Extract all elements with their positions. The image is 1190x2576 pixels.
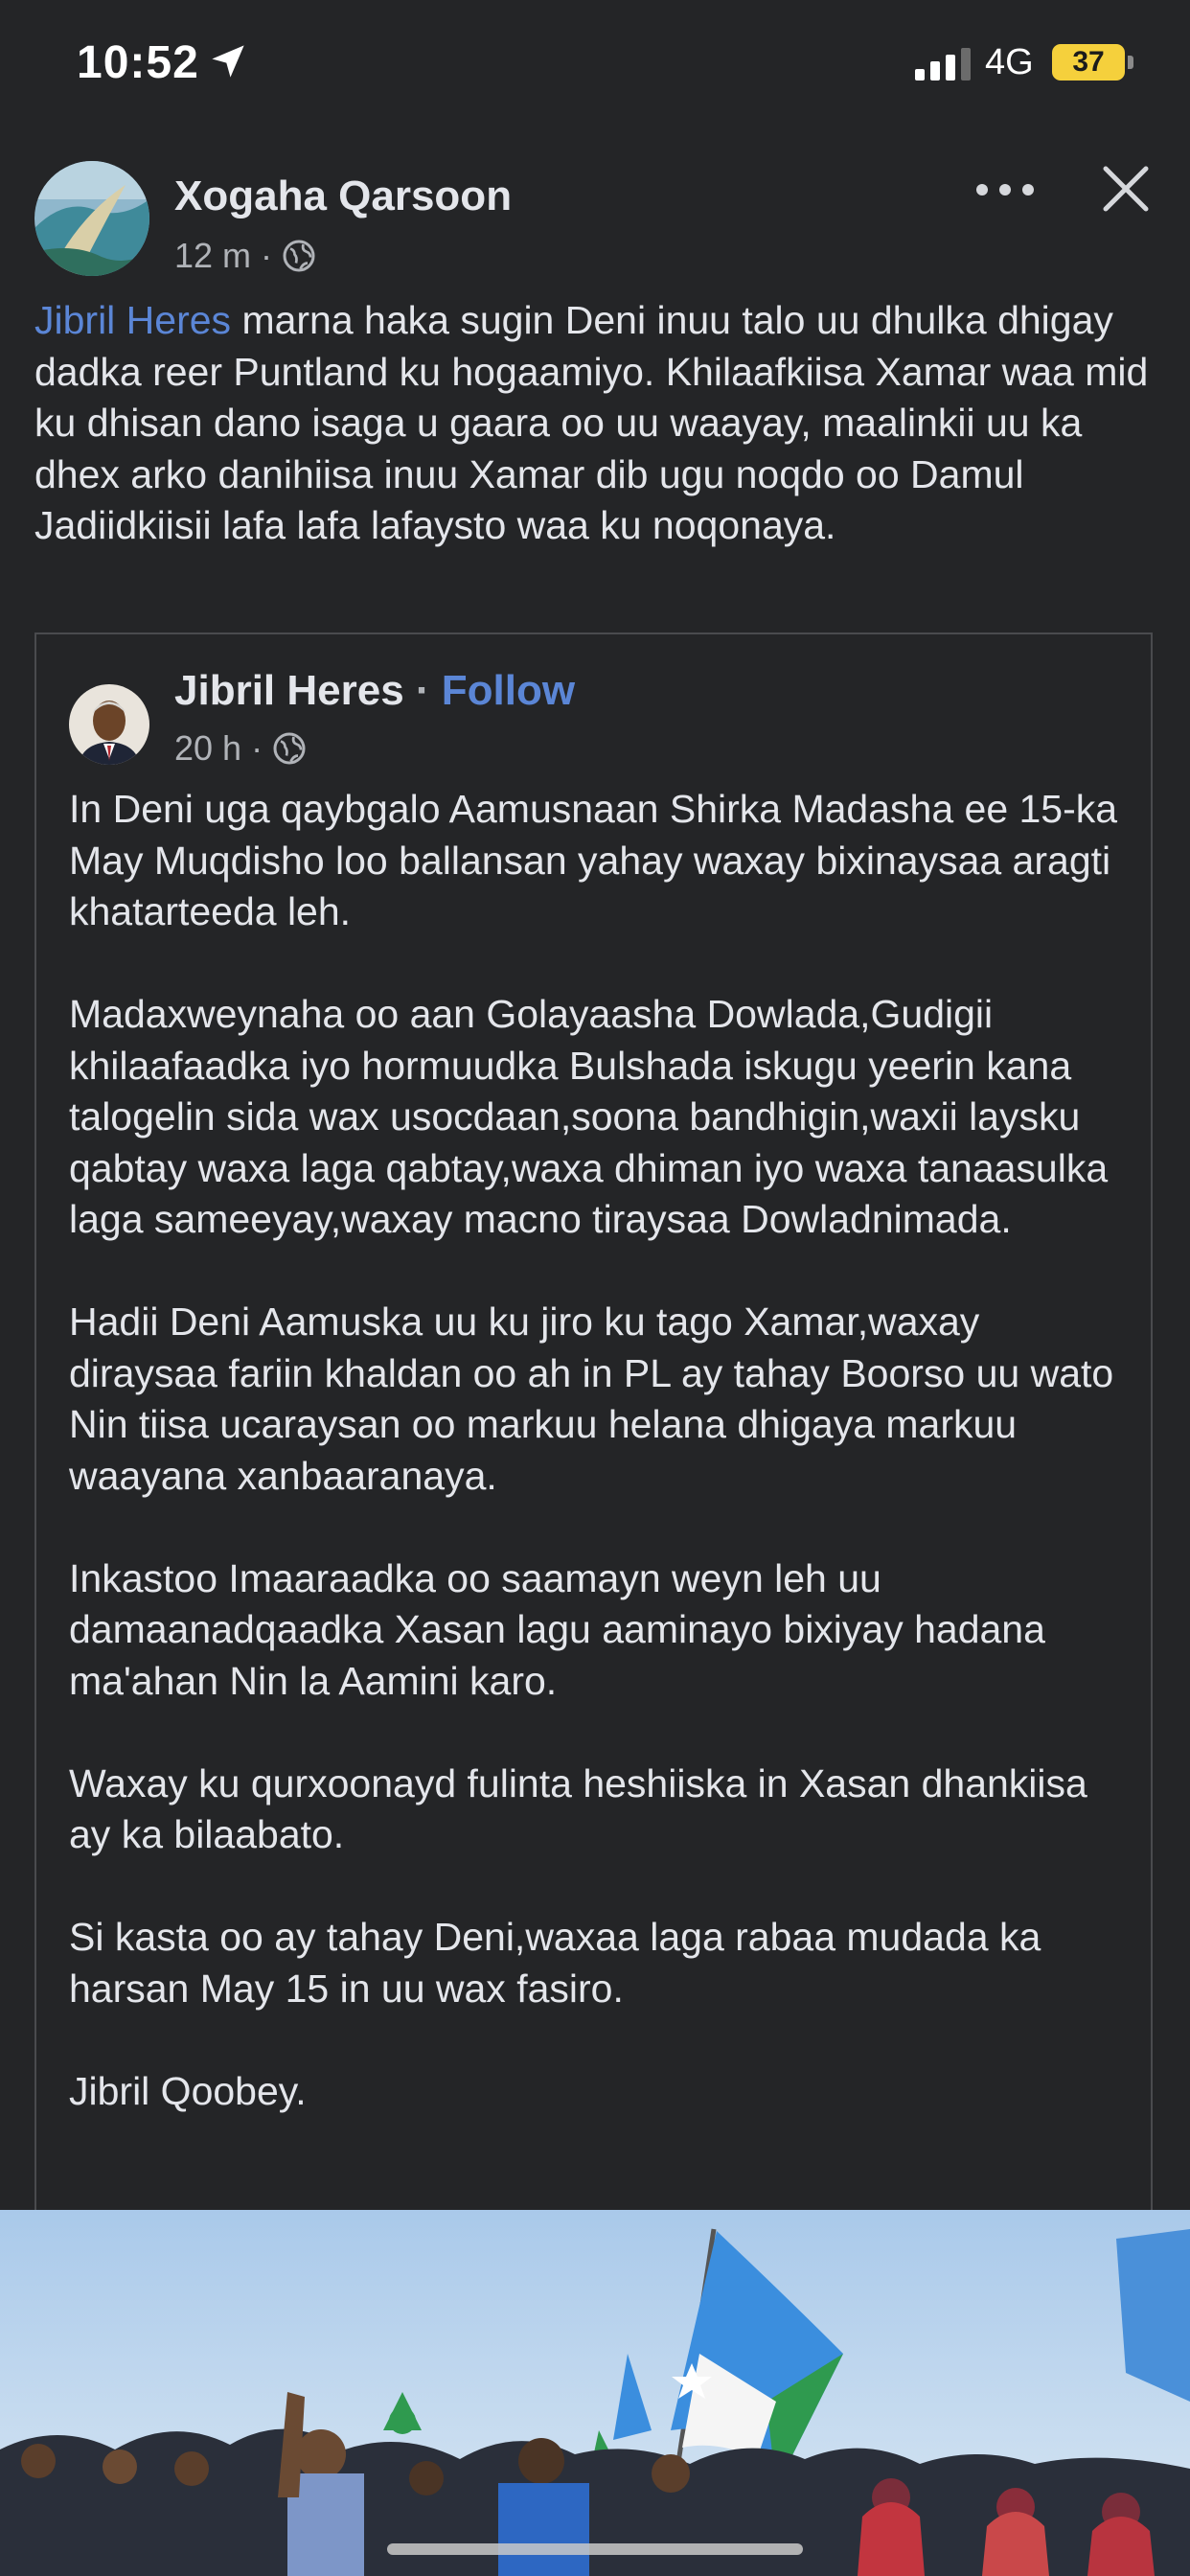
home-indicator[interactable] — [387, 2543, 803, 2555]
more-icon[interactable] — [972, 169, 1039, 211]
shared-paragraph: Hadii Deni Aamuska uu ku jiro ku tago Xa… — [69, 1300, 1114, 1498]
shared-paragraph: In Deni uga qaybgalo Aamusnaan Shirka Ma… — [69, 787, 1118, 933]
status-time: 10:52 — [77, 37, 199, 88]
shared-paragraph: Waxay ku qurxoonayd fulinta heshiiska in… — [69, 1760, 1087, 1857]
shared-post-meta: 20 h · — [174, 728, 307, 769]
shared-author-line: Jibril Heres · Follow — [174, 667, 575, 715]
post-time: 12 m — [174, 236, 252, 275]
post-meta: 12 m · — [174, 236, 316, 276]
post-photo[interactable] — [0, 2210, 1190, 2576]
page-name[interactable]: Xogaha Qarsoon — [174, 172, 512, 220]
status-bar: 10:52 4G 37 — [0, 0, 1190, 134]
meta-separator: · — [261, 236, 273, 275]
shared-paragraph: Inkastoo Imaaraadka oo saamayn weyn leh … — [69, 1555, 1045, 1703]
author-avatar[interactable] — [69, 684, 149, 765]
globe-icon — [273, 732, 306, 765]
shared-paragraph: Madaxweynaha oo aan Golayaasha Dowlada,G… — [69, 992, 1109, 1241]
shared-post-text: In Deni uga qaybgalo Aamusnaan Shirka Ma… — [69, 784, 1133, 2117]
page-avatar[interactable] — [34, 161, 149, 276]
network-type: 4G — [985, 42, 1034, 82]
battery-icon: 37 — [1052, 44, 1125, 80]
meta-separator: · — [251, 728, 263, 768]
globe-icon — [283, 240, 315, 272]
mention-link[interactable]: Jibril Heres — [34, 298, 231, 342]
shared-post-time: 20 h — [174, 728, 242, 768]
shared-author-name[interactable]: Jibril Heres — [174, 667, 404, 714]
location-arrow-icon — [212, 45, 244, 78]
signal-icon — [915, 48, 971, 80]
follow-separator: · — [403, 667, 442, 714]
follow-button[interactable]: Follow — [442, 667, 575, 714]
battery-nub — [1128, 56, 1133, 69]
close-icon[interactable] — [1100, 163, 1152, 215]
post-text: Jibril Heres marna haka sugin Deni inuu … — [34, 295, 1160, 552]
shared-paragraph: Si kasta oo ay tahay Deni,waxaa laga rab… — [69, 1915, 1041, 2011]
shared-paragraph: Jibril Qoobey. — [69, 2068, 307, 2113]
